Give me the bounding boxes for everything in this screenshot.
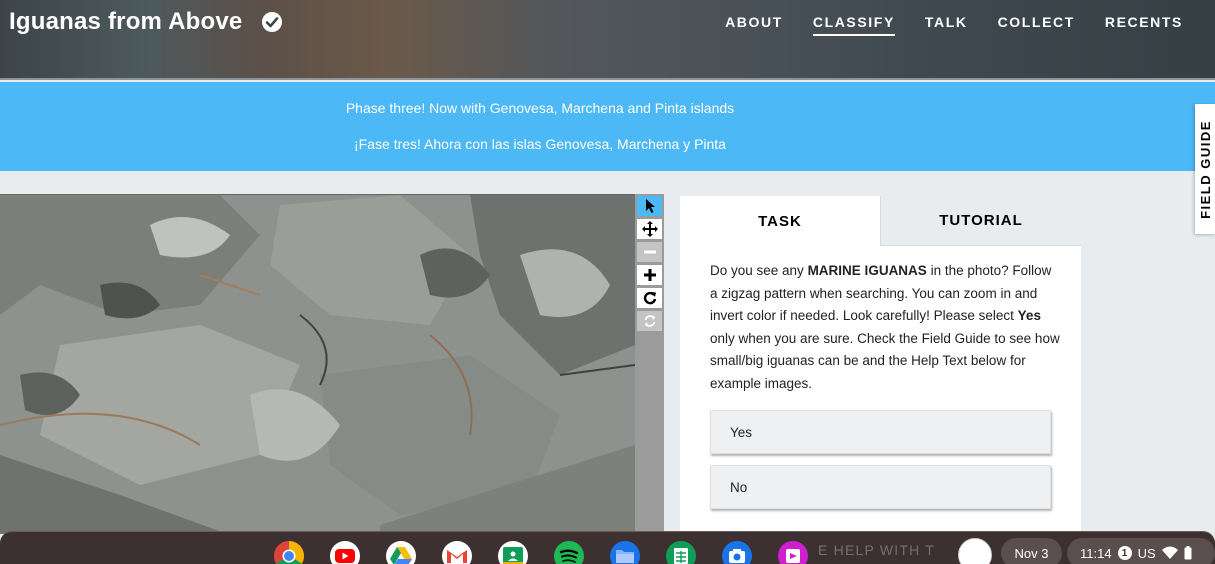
emphasis-yes: Yes (1017, 308, 1041, 324)
screencast-icon[interactable] (777, 540, 809, 564)
nav-classify[interactable]: CLASSIFY (812, 14, 895, 36)
subject-image[interactable] (0, 194, 635, 534)
spotify-icon[interactable] (553, 540, 585, 564)
answer-yes-label: Yes (730, 424, 753, 440)
task-tabs: TASK TUTORIAL (680, 196, 1081, 246)
help-text-ghost: E HELP WITH T (818, 542, 935, 558)
image-toolbar (635, 194, 664, 534)
sheets-icon[interactable] (665, 540, 697, 564)
answer-yes-button[interactable]: Yes (710, 410, 1051, 454)
move-icon[interactable] (637, 219, 662, 239)
files-icon[interactable] (609, 540, 641, 564)
banner-text-spanish: ¡Fase tres! Ahora con las islas Genovesa… (354, 136, 726, 152)
answer-no-label: No (730, 479, 748, 495)
task-panel: TASK TUTORIAL Do you see any MARINE IGUA… (680, 196, 1081, 536)
emphasis-marine-iguanas: MARINE IGUANAS (807, 263, 927, 278)
camera-icon[interactable] (721, 540, 753, 564)
wifi-icon (1161, 546, 1178, 559)
notification-badge: 1 (1117, 546, 1132, 560)
task-question: Do you see any MARINE IGUANAS in the pho… (710, 263, 1060, 391)
battery-icon (1184, 546, 1192, 560)
nav-collect[interactable]: COLLECT (998, 14, 1075, 36)
site-header: Iguanas from Above ABOUT CLASSIFY TALK C… (0, 0, 1215, 80)
rotate-icon[interactable] (637, 288, 662, 308)
nav-talk[interactable]: TALK (925, 14, 968, 36)
gmail-icon[interactable] (441, 540, 473, 564)
os-shelf: E HELP WITH T Nov 3 11:14 1 US (0, 531, 1215, 564)
reset-icon[interactable] (637, 311, 662, 331)
zoom-out-icon[interactable] (637, 242, 662, 262)
field-guide-tab[interactable]: FIELD GUIDE (1195, 104, 1215, 234)
youtube-icon[interactable] (329, 540, 361, 564)
announcement-banner: Phase three! Now with Genovesa, Marchena… (0, 82, 1215, 171)
tab-task[interactable]: TASK (680, 196, 880, 246)
chrome-icon[interactable] (273, 540, 305, 564)
project-title[interactable]: Iguanas from Above (9, 8, 242, 36)
time-label: 11:14 (1080, 545, 1112, 561)
status-tray[interactable]: 11:14 1 US (1067, 538, 1215, 564)
field-guide-label: FIELD GUIDE (1197, 119, 1213, 219)
date-pill[interactable]: Nov 3 (1001, 538, 1062, 564)
answer-no-button[interactable]: No (710, 465, 1051, 509)
nav-about[interactable]: ABOUT (725, 14, 783, 36)
project-nav: ABOUT CLASSIFY TALK COLLECT RECENTS (725, 14, 1183, 36)
tab-tutorial[interactable]: TUTORIAL (880, 196, 1081, 246)
date-label: Nov 3 (1014, 545, 1049, 561)
verified-badge-icon (262, 12, 282, 32)
keyboard-layout-label: US (1137, 545, 1156, 561)
account-avatar[interactable] (958, 538, 992, 564)
drive-icon[interactable] (385, 540, 417, 564)
classroom-icon[interactable] (497, 540, 529, 564)
nav-recents[interactable]: RECENTS (1105, 14, 1183, 36)
pointer-icon[interactable] (637, 196, 662, 216)
zoom-in-icon[interactable] (637, 265, 662, 285)
banner-text-english: Phase three! Now with Genovesa, Marchena… (345, 100, 735, 116)
